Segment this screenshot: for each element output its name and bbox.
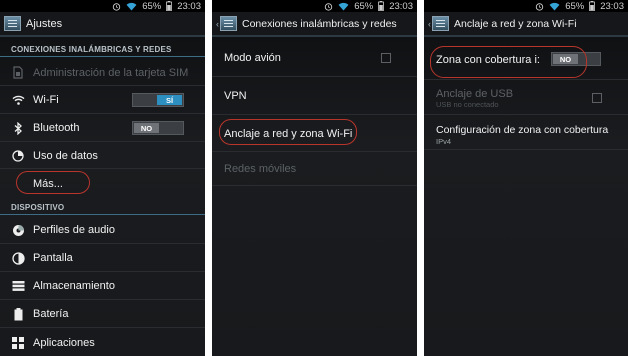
- apps-icon: [11, 336, 25, 350]
- status-bar: 65% 23:03: [212, 0, 417, 12]
- storage-item[interactable]: Almacenamiento: [0, 273, 205, 300]
- usb-tethering-status: USB no conectado: [436, 100, 499, 109]
- clock: 23:03: [389, 0, 413, 12]
- apps-label: Aplicaciones: [33, 336, 95, 349]
- airplane-mode-label: Modo avión: [224, 52, 281, 64]
- wifi-toggle[interactable]: SÍ: [132, 93, 184, 107]
- bluetooth-icon: [11, 121, 25, 135]
- action-bar[interactable]: ‹ Conexiones inalámbricas y redes: [212, 12, 417, 37]
- display-label: Pantalla: [33, 252, 73, 264]
- wifi-toggle-state: SÍ: [157, 95, 182, 105]
- wireless-networks-screen: 65% 23:03 ‹ Conexiones inalámbricas y re…: [212, 0, 417, 356]
- mobile-networks-label: Redes móviles: [224, 163, 297, 175]
- battery-icon: [166, 1, 173, 11]
- page-title: Anclaje a red y zona Wi-Fi: [454, 17, 577, 30]
- back-caret-icon[interactable]: ‹: [216, 19, 219, 29]
- action-bar[interactable]: Ajustes: [0, 12, 205, 37]
- page-title: Ajustes: [26, 17, 63, 30]
- vpn-item[interactable]: VPN: [212, 78, 417, 115]
- wifi-item[interactable]: Wi-Fi SÍ: [0, 87, 205, 114]
- wifi-label: Wi-Fi: [33, 94, 59, 106]
- audio-label: Perfiles de audio: [33, 224, 115, 236]
- status-bar: 65% 23:03: [0, 0, 205, 12]
- sim-icon: [11, 66, 25, 80]
- battery-item[interactable]: Batería: [0, 301, 205, 328]
- battery-label: Batería: [33, 308, 69, 320]
- battery-icon: [378, 1, 385, 11]
- wifi-icon: [549, 2, 560, 11]
- status-bar: 65% 23:03: [424, 0, 628, 12]
- clock: 23:03: [600, 0, 624, 12]
- display-item[interactable]: Pantalla: [0, 245, 205, 272]
- section-header-wireless: CONEXIONES INALÁMBRICAS Y REDES: [0, 40, 205, 57]
- more-label: Más...: [33, 177, 63, 190]
- usb-tethering-label: Anclaje de USB: [436, 88, 514, 100]
- sim-management-item[interactable]: Administración de la tarjeta SIM: [0, 60, 205, 86]
- settings-app-icon: [432, 16, 449, 31]
- settings-app-icon: [4, 16, 21, 31]
- data-usage-label: Uso de datos: [33, 149, 98, 162]
- tethering-screen: 65% 23:03 ‹ Anclaje a red y zona Wi-Fi Z…: [424, 0, 628, 356]
- brightness-icon: [11, 251, 25, 265]
- portable-hotspot-item[interactable]: Zona con cobertura i: NO: [424, 40, 628, 80]
- usb-tethering-checkbox: [592, 93, 602, 103]
- bluetooth-toggle[interactable]: NO: [132, 121, 184, 135]
- settings-app-icon: [220, 16, 237, 31]
- wifi-item-icon: [11, 93, 25, 107]
- wifi-icon: [338, 2, 349, 11]
- mobile-networks-item: Redes móviles: [212, 153, 417, 186]
- hotspot-config-item[interactable]: Configuración de zona con cobertura IPv4: [424, 116, 628, 150]
- battery-icon: [589, 1, 596, 11]
- hotspot-toggle[interactable]: NO: [551, 52, 601, 66]
- data-usage-icon: [11, 149, 25, 163]
- usb-tethering-item: Anclaje de USB USB no conectado: [424, 81, 628, 115]
- storage-label: Almacenamiento: [33, 280, 115, 292]
- tethering-label: Anclaje a red y zona Wi-Fi: [224, 127, 353, 140]
- bluetooth-item[interactable]: Bluetooth NO: [0, 115, 205, 142]
- battery-percent: 65%: [142, 0, 162, 12]
- hotspot-label: Zona con cobertura i:: [436, 53, 540, 66]
- clock: 23:03: [177, 0, 201, 12]
- tethering-item[interactable]: Anclaje a red y zona Wi-Fi: [212, 116, 417, 152]
- alarm-icon: [535, 2, 544, 11]
- wifi-icon: [126, 2, 137, 11]
- section-header-device: DISPOSITIVO: [0, 198, 205, 215]
- airplane-mode-checkbox[interactable]: [381, 53, 391, 63]
- action-bar[interactable]: ‹ Anclaje a red y zona Wi-Fi: [424, 12, 628, 37]
- page-title: Conexiones inalámbricas y redes: [242, 17, 397, 30]
- airplane-mode-item[interactable]: Modo avión: [212, 40, 417, 77]
- storage-icon: [11, 279, 25, 293]
- data-usage-item[interactable]: Uso de datos: [0, 143, 205, 169]
- battery-percent: 65%: [565, 0, 585, 12]
- audio-profiles-item[interactable]: Perfiles de audio: [0, 217, 205, 244]
- battery-percent: 65%: [354, 0, 374, 12]
- settings-screen: 65% 23:03 Ajustes CONEXIONES INALÁMBRICA…: [0, 0, 205, 356]
- vpn-label: VPN: [224, 90, 247, 102]
- hotspot-toggle-state: NO: [553, 54, 578, 64]
- bluetooth-toggle-state: NO: [134, 123, 159, 133]
- hotspot-config-security: IPv4: [436, 137, 452, 146]
- apps-item[interactable]: Aplicaciones: [0, 329, 205, 356]
- audio-icon: [11, 223, 25, 237]
- alarm-icon: [112, 2, 121, 11]
- alarm-icon: [324, 2, 333, 11]
- bluetooth-label: Bluetooth: [33, 122, 80, 134]
- back-caret-icon[interactable]: ‹: [428, 19, 431, 29]
- hotspot-config-label: Configuración de zona con cobertura: [436, 124, 609, 136]
- battery-item-icon: [11, 307, 25, 321]
- sim-label: Administración de la tarjeta SIM: [33, 66, 189, 79]
- more-item[interactable]: Más...: [0, 170, 205, 197]
